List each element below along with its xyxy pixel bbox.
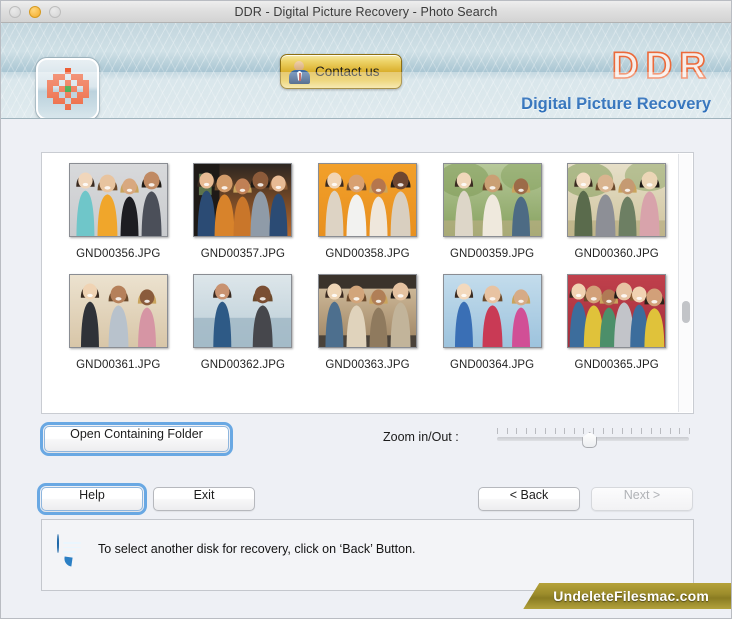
close-button[interactable] bbox=[9, 6, 21, 18]
thumbnail-filename: GND00356.JPG bbox=[76, 248, 161, 260]
thumbnail-filename: GND00358.JPG bbox=[325, 248, 410, 260]
thumbnail-image[interactable] bbox=[193, 163, 293, 237]
slider-tick bbox=[506, 428, 508, 434]
thumbnail-image[interactable] bbox=[193, 274, 293, 348]
slider-tick bbox=[641, 428, 642, 434]
thumbnail-image[interactable] bbox=[442, 274, 542, 348]
thumbnail-cell[interactable]: GND00364.JPG bbox=[430, 274, 555, 381]
thumbnail-image[interactable] bbox=[68, 163, 168, 237]
thumbnail-filename: GND00360.JPG bbox=[574, 248, 659, 260]
next-button: Next > bbox=[591, 487, 693, 511]
thumbnail-cell[interactable]: GND00359.JPG bbox=[430, 163, 555, 270]
slider-tick bbox=[545, 428, 546, 434]
traffic-lights bbox=[9, 6, 61, 18]
slider-tick bbox=[669, 428, 671, 434]
vertical-scrollbar[interactable] bbox=[678, 154, 692, 412]
thumbnail-filename: GND00359.JPG bbox=[449, 248, 535, 260]
app-icon bbox=[36, 58, 99, 118]
thumbnail-cell[interactable]: GND00360.JPG bbox=[554, 163, 679, 270]
watermark-banner: UndeleteFilesmac.com bbox=[523, 583, 731, 609]
back-button[interactable]: < Back bbox=[478, 487, 580, 511]
thumbnail-cell[interactable]: GND00357.JPG bbox=[181, 163, 306, 270]
thumbnail-cell[interactable]: GND00356.JPG bbox=[56, 163, 181, 270]
brand-subtitle: Digital Picture Recovery bbox=[521, 95, 711, 113]
slider-tick bbox=[583, 428, 585, 434]
zoom-row: Open Containing Folder Zoom in/Out : bbox=[1, 422, 731, 456]
slider-tick bbox=[525, 428, 527, 434]
slider-tick bbox=[593, 428, 594, 434]
brand-title: DDR bbox=[611, 44, 713, 87]
thumbnail-image[interactable] bbox=[317, 274, 417, 348]
zoom-slider[interactable] bbox=[497, 426, 690, 452]
contact-us-label: Contact us bbox=[315, 64, 380, 79]
status-panel: To select another disk for recovery, cli… bbox=[41, 519, 694, 591]
button-row: Help Exit < Back Next > bbox=[1, 483, 731, 517]
status-message: To select another disk for recovery, cli… bbox=[98, 541, 416, 556]
app-banner: Contact us DDR Digital Picture Recovery bbox=[1, 23, 731, 119]
content-area: GND00356.JPG GND00357.JPG GND00358.JPG G… bbox=[1, 119, 731, 618]
thumbnail-filename: GND00365.JPG bbox=[574, 359, 659, 371]
slider-tick bbox=[497, 428, 498, 434]
thumbnail-image[interactable] bbox=[68, 274, 168, 348]
slider-tick bbox=[516, 428, 518, 434]
slider-tick bbox=[612, 428, 614, 434]
thumbnail-image[interactable] bbox=[567, 163, 667, 237]
open-containing-folder-button[interactable]: Open Containing Folder bbox=[40, 422, 233, 456]
slider-tick bbox=[602, 428, 604, 434]
zoom-label: Zoom in/Out : bbox=[383, 430, 459, 444]
slider-tick bbox=[650, 428, 652, 434]
slider-tick bbox=[679, 428, 681, 434]
thumbnail-panel: GND00356.JPG GND00357.JPG GND00358.JPG G… bbox=[41, 152, 694, 414]
app-window: DDR - Digital Picture Recovery - Photo S… bbox=[0, 0, 732, 619]
exit-button[interactable]: Exit bbox=[153, 487, 255, 511]
slider-tick bbox=[564, 428, 566, 434]
speech-bubble-icon bbox=[57, 534, 87, 567]
contact-us-button[interactable]: Contact us bbox=[280, 54, 402, 89]
thumbnail-image[interactable] bbox=[317, 163, 417, 237]
thumbnail-scroll-area: GND00356.JPG GND00357.JPG GND00358.JPG G… bbox=[42, 153, 693, 413]
scrollbar-thumb[interactable] bbox=[682, 301, 690, 323]
thumbnail-cell[interactable]: GND00358.JPG bbox=[305, 163, 430, 270]
slider-tick bbox=[621, 428, 623, 434]
slider-tick bbox=[660, 428, 662, 434]
pixel-flower-icon bbox=[46, 68, 89, 110]
zoom-button[interactable] bbox=[49, 6, 61, 18]
thumbnail-image[interactable] bbox=[567, 274, 667, 348]
thumbnail-image[interactable] bbox=[442, 163, 542, 237]
slider-tick bbox=[535, 428, 537, 434]
slider-tick bbox=[689, 428, 690, 434]
thumbnail-filename: GND00362.JPG bbox=[200, 359, 286, 371]
slider-tick bbox=[554, 428, 556, 434]
slider-tick bbox=[631, 428, 633, 434]
thumbnail-cell[interactable]: GND00361.JPG bbox=[56, 274, 181, 381]
watermark-text: UndeleteFilesmac.com bbox=[553, 588, 709, 604]
title-bar: DDR - Digital Picture Recovery - Photo S… bbox=[1, 1, 731, 23]
minimize-button[interactable] bbox=[29, 6, 41, 18]
person-icon bbox=[289, 60, 310, 84]
slider-tick bbox=[573, 428, 575, 434]
thumbnail-cell[interactable]: GND00363.JPG bbox=[305, 274, 430, 381]
slider-ticks bbox=[497, 428, 690, 435]
thumbnail-filename: GND00363.JPG bbox=[325, 359, 410, 371]
thumbnail-cell[interactable]: GND00365.JPG bbox=[554, 274, 679, 381]
thumbnail-cell[interactable]: GND00362.JPG bbox=[181, 274, 306, 381]
thumbnail-filename: GND00364.JPG bbox=[449, 359, 535, 371]
thumbnail-filename: GND00361.JPG bbox=[76, 359, 161, 371]
thumbnail-grid: GND00356.JPG GND00357.JPG GND00358.JPG G… bbox=[42, 153, 693, 381]
thumbnail-filename: GND00357.JPG bbox=[200, 248, 286, 260]
help-button[interactable]: Help bbox=[37, 483, 147, 515]
window-title: DDR - Digital Picture Recovery - Photo S… bbox=[234, 4, 498, 19]
